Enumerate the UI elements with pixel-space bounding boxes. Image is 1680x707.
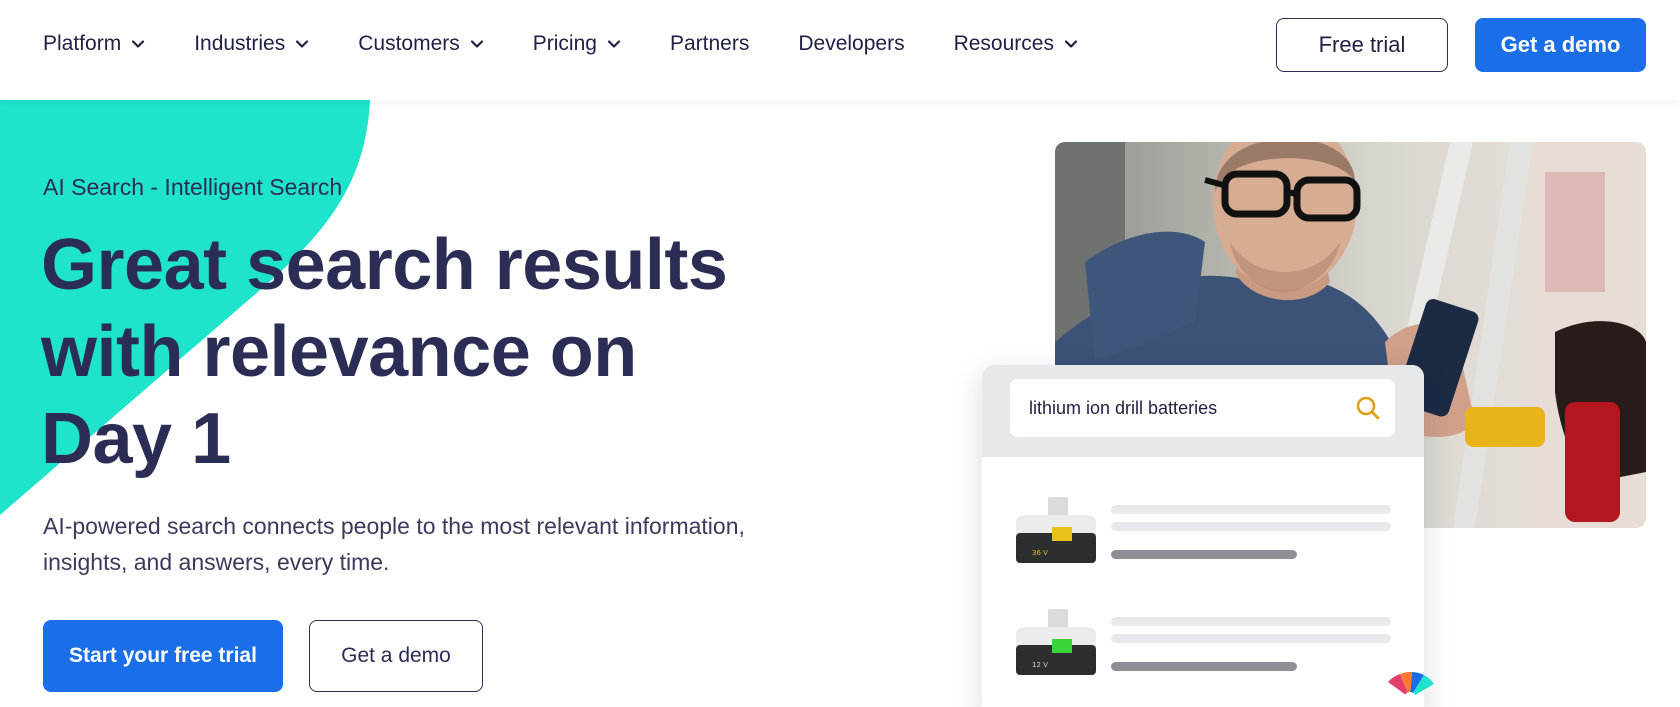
nav-item-pricing[interactable]: Pricing <box>533 32 621 56</box>
placeholder-line <box>1111 617 1391 626</box>
chevron-down-icon <box>607 37 621 51</box>
placeholder-line <box>1111 505 1391 514</box>
free-trial-button[interactable]: Free trial <box>1276 18 1448 72</box>
search-query: lithium ion drill batteries <box>1029 397 1218 418</box>
hero-eyebrow: AI Search - Intelligent Search <box>43 174 343 200</box>
chevron-down-icon <box>1064 37 1078 51</box>
nav-item-partners[interactable]: Partners <box>670 32 749 56</box>
site-header: Platform Industries Customers Pricing Pa… <box>0 0 1680 100</box>
search-icon[interactable] <box>1355 395 1381 421</box>
chevron-down-icon <box>470 37 484 51</box>
battery-image: 12 V <box>1016 609 1096 675</box>
nav-item-label: Partners <box>669 32 750 55</box>
placeholder-line <box>1111 550 1297 559</box>
nav-item-label: Pricing <box>532 32 597 55</box>
placeholder-line <box>1111 522 1391 531</box>
nav-item-industries[interactable]: Industries <box>194 32 309 56</box>
hero-get-demo-button[interactable]: Get a demo <box>309 620 483 692</box>
placeholder-line <box>1111 634 1391 643</box>
hero-headline: Great search results with relevance on D… <box>41 225 728 479</box>
battery-image: 36 V <box>1016 497 1096 563</box>
nav-item-label: Developers <box>798 32 905 55</box>
search-result[interactable]: 12 V <box>1010 607 1400 687</box>
search-input[interactable]: lithium ion drill batteries <box>1010 379 1395 437</box>
nav-item-label: Platform <box>43 32 122 55</box>
battery-voltage-label: 12 V <box>1032 661 1048 669</box>
placeholder-line <box>1111 662 1297 671</box>
main-nav: Platform Industries Customers Pricing Pa… <box>43 0 1127 88</box>
search-result[interactable]: 36 V <box>1010 495 1400 575</box>
get-demo-button[interactable]: Get a demo <box>1475 18 1646 72</box>
hero-subtext: AI-powered search connects people to the… <box>43 513 745 575</box>
nav-item-platform[interactable]: Platform <box>43 32 145 56</box>
nav-item-label: Industries <box>194 32 286 55</box>
search-card: lithium ion drill batteries 36 V 12 V <box>982 365 1424 707</box>
nav-item-developers[interactable]: Developers <box>798 32 904 56</box>
chevron-down-icon <box>131 37 145 51</box>
nav-item-resources[interactable]: Resources <box>954 32 1078 56</box>
start-free-trial-button[interactable]: Start your free trial <box>43 620 283 692</box>
battery-voltage-label: 36 V <box>1032 549 1048 557</box>
brand-logo-icon <box>1388 671 1434 704</box>
nav-item-customers[interactable]: Customers <box>358 32 484 56</box>
nav-item-label: Customers <box>358 32 460 55</box>
search-bar-area: lithium ion drill batteries <box>982 365 1424 457</box>
chevron-down-icon <box>295 37 309 51</box>
nav-item-label: Resources <box>953 32 1054 55</box>
